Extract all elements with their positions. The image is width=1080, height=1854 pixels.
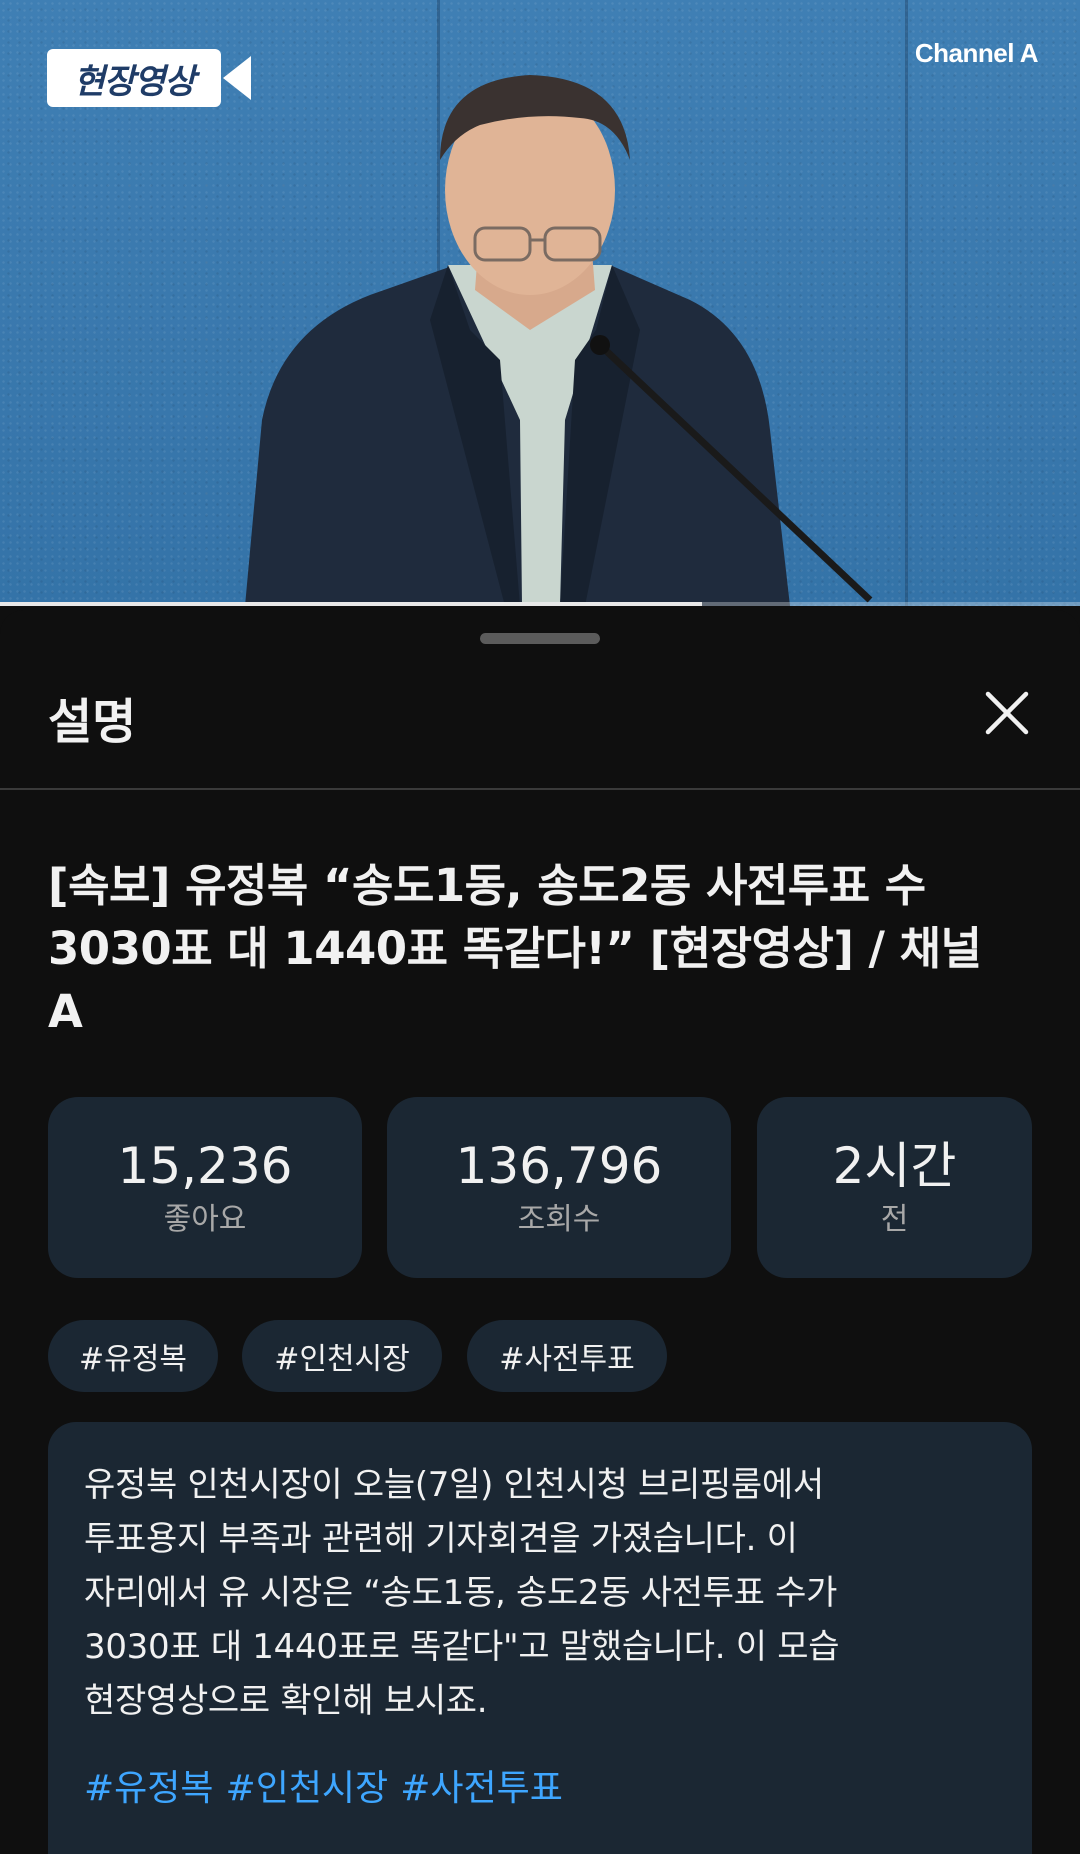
live-footage-badge: 현장영상: [47, 49, 251, 107]
video-title: [속보] 유정복 “송도1동, 송도2동 사전투표 수 3030표 대 1440…: [48, 859, 982, 1038]
likes-count: 15,236: [117, 1136, 293, 1195]
video-progress-fill: [0, 602, 702, 606]
video-camera-icon: [223, 56, 251, 100]
description-line: 투표용지 부족과 관련해 기자회견을 가졌습니다. 이: [84, 1519, 798, 1559]
header-divider: [0, 788, 1080, 790]
chip-hashtag[interactable]: #유정복: [48, 1320, 218, 1392]
video-player[interactable]: 현장영상 Channel A: [0, 0, 1080, 606]
video-progress-bar[interactable]: [0, 602, 1080, 606]
upload-time-label: 전: [880, 1201, 909, 1237]
views-stat: 136,796 조회수: [387, 1097, 731, 1278]
description-line: 3030표 대 1440표로 똑같다"고 말했습니다. 이 모습: [84, 1627, 840, 1667]
channel-logo: Channel A: [914, 38, 1039, 68]
views-count: 136,796: [455, 1136, 663, 1195]
description-line: 자리에서 유 시장은 “송도1동, 송도2동 사전투표 수가: [84, 1573, 838, 1613]
close-button[interactable]: [976, 682, 1038, 744]
description-hashtags: #유정복 #인천시장 #사전투표: [84, 1762, 575, 1816]
drag-handle[interactable]: [480, 633, 600, 644]
close-icon: [985, 691, 1029, 735]
description-line: 현장영상으로 확인해 보시죠.: [84, 1681, 488, 1721]
description-text: 유정복 인천시장이 오늘(7일) 인천시청 브리핑룸에서 투표용지 부족과 관련…: [84, 1458, 984, 1728]
upload-time-stat: 2시간 전: [757, 1097, 1032, 1278]
hashtag-link[interactable]: #유정복: [84, 1768, 214, 1809]
chip-hashtag[interactable]: #사전투표: [467, 1320, 667, 1392]
badge-label: 현장영상: [47, 49, 221, 107]
description-card: 유정복 인천시장이 오늘(7일) 인천시청 브리핑룸에서 투표용지 부족과 관련…: [48, 1422, 1032, 1854]
chip-hashtag[interactable]: #인천시장: [242, 1320, 442, 1392]
description-sheet: 설명 [속보] 유정복 “송도1동, 송도2동 사전투표 수 3030표 대 1…: [0, 610, 1080, 1854]
hashtag-link[interactable]: #사전투표: [400, 1768, 563, 1809]
description-line: 유정복 인천시장이 오늘(7일) 인천시청 브리핑룸에서: [84, 1465, 824, 1505]
sheet-title: 설명: [48, 694, 137, 750]
likes-stat: 15,236 좋아요: [48, 1097, 362, 1278]
hashtag-link[interactable]: #인천시장: [226, 1768, 389, 1809]
likes-label: 좋아요: [163, 1201, 247, 1237]
views-label: 조회수: [517, 1201, 601, 1237]
upload-time-value: 2시간: [832, 1136, 957, 1195]
